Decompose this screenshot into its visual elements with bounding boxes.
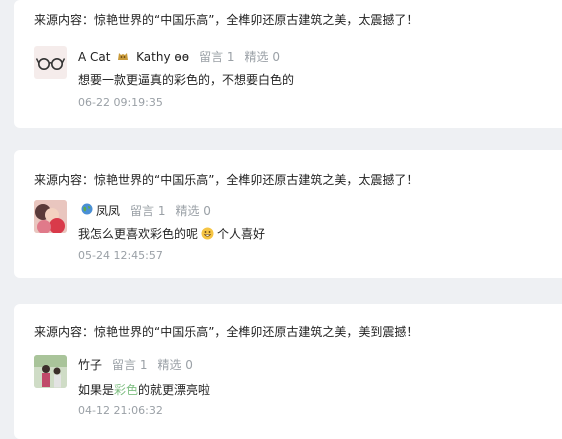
comment-text-after: 的就更漂亮啦 [138,383,211,397]
avatar[interactable] [34,46,67,79]
user-photo-icon [34,200,67,233]
nickname-prefix: A Cat [78,50,111,64]
comment-time: 04-12 21:06:32 [78,404,163,417]
reply-count[interactable]: 留言 1 [130,203,165,219]
user-photo-icon [34,355,67,388]
nickname-tail: ɵɵ [174,50,190,64]
nickname-suffix: Kathy [136,50,171,64]
nickname[interactable]: 凤凤 [96,203,120,219]
featured-count[interactable]: 精选 0 [175,203,210,219]
comment-text-before: 如果是 [78,383,115,397]
comment-text-highlight: 彩色 [114,383,139,397]
comment-text: 想要一款更逼真的彩色的，不想要白色的 [78,73,295,87]
nickname[interactable]: A Cat Kathy ɵɵ [78,49,189,65]
comment-text: 如果是彩色的就更漂亮啦 [78,382,210,398]
featured-count[interactable]: 精选 0 [245,49,280,65]
glasses-icon [35,58,66,70]
globe-icon [81,203,93,219]
comment-meta: A Cat Kathy ɵɵ 留言 1 精选 0 [78,49,280,65]
avatar[interactable] [34,355,67,388]
comment-time: 05-24 12:45:57 [78,249,163,262]
cat-emoji-icon [117,49,129,65]
source-content[interactable]: 来源内容：惊艳世界的“中国乐高”，全榫卯还原古建筑之美，太震撼了！ [34,172,418,188]
comment-meta: 凤凤 留言 1 精选 0 [78,203,211,219]
reply-count[interactable]: 留言 1 [199,49,234,65]
grin-emoji-icon [201,226,214,242]
nickname[interactable]: 竹子 [78,357,102,373]
source-content[interactable]: 来源内容：惊艳世界的“中国乐高”，全榫卯还原古建筑之美，太震撼了！ [34,12,418,28]
comment-card: 来源内容：惊艳世界的“中国乐高”，全榫卯还原古建筑之美，太震撼了！ A Cat … [14,0,562,128]
comment-text-before: 我怎么更喜欢彩色的呢 [78,227,199,241]
featured-count[interactable]: 精选 0 [157,357,192,373]
comment-card: 来源内容：惊艳世界的“中国乐高”，全榫卯还原古建筑之美，太震撼了！ 凤凤 留言 … [14,150,562,278]
comment-text: 我怎么更喜欢彩色的呢 个人喜好 [78,226,265,242]
comment-card: 来源内容：惊艳世界的“中国乐高”，全榫卯还原古建筑之美，美到震撼！ 竹子 留言 … [14,304,562,439]
comment-text-after: 个人喜好 [217,227,266,241]
comment-meta: 竹子 留言 1 精选 0 [78,357,193,373]
source-content[interactable]: 来源内容：惊艳世界的“中国乐高”，全榫卯还原古建筑之美，美到震撼！ [34,324,418,340]
avatar[interactable] [34,200,67,233]
comment-time: 06-22 09:19:35 [78,96,163,109]
reply-count[interactable]: 留言 1 [112,357,147,373]
